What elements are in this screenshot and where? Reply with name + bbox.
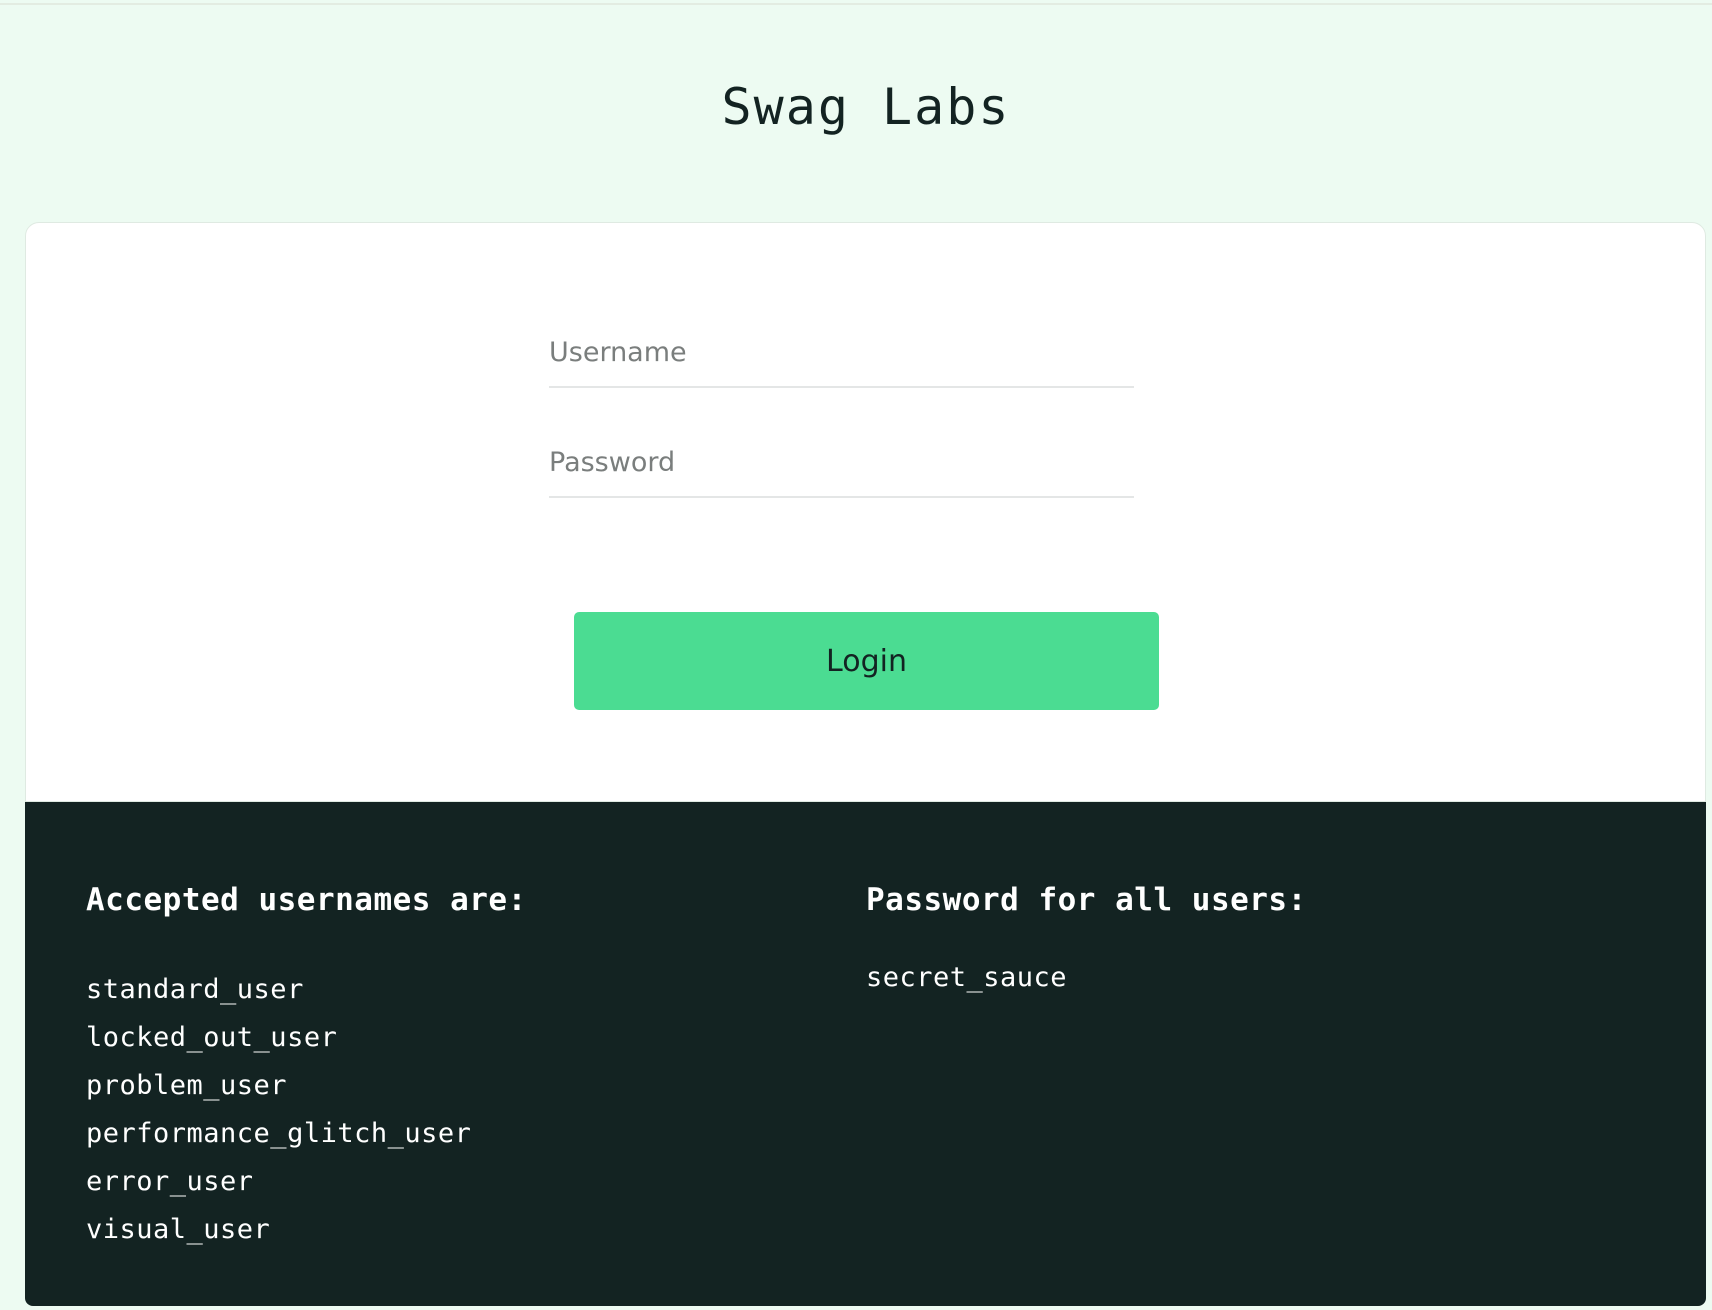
password-heading: Password for all users: xyxy=(866,882,1307,918)
credentials-panel: Accepted usernames are: standard_user lo… xyxy=(25,802,1706,1306)
top-divider xyxy=(0,0,1712,5)
shared-password-value: secret_sauce xyxy=(866,962,1068,993)
username-item: visual_user xyxy=(86,1214,271,1245)
username-input[interactable] xyxy=(549,318,1134,388)
login-card xyxy=(25,222,1706,802)
login-button[interactable]: Login xyxy=(574,612,1159,710)
username-item: locked_out_user xyxy=(86,1022,338,1053)
username-item: error_user xyxy=(86,1166,254,1197)
accepted-usernames-heading: Accepted usernames are: xyxy=(86,882,527,918)
username-list: standard_user locked_out_user problem_us… xyxy=(86,966,471,1254)
password-input[interactable] xyxy=(549,428,1134,498)
app-title: Swag Labs xyxy=(721,78,1011,136)
username-item: standard_user xyxy=(86,974,304,1005)
username-item: performance_glitch_user xyxy=(86,1118,472,1149)
username-item: problem_user xyxy=(86,1070,288,1101)
